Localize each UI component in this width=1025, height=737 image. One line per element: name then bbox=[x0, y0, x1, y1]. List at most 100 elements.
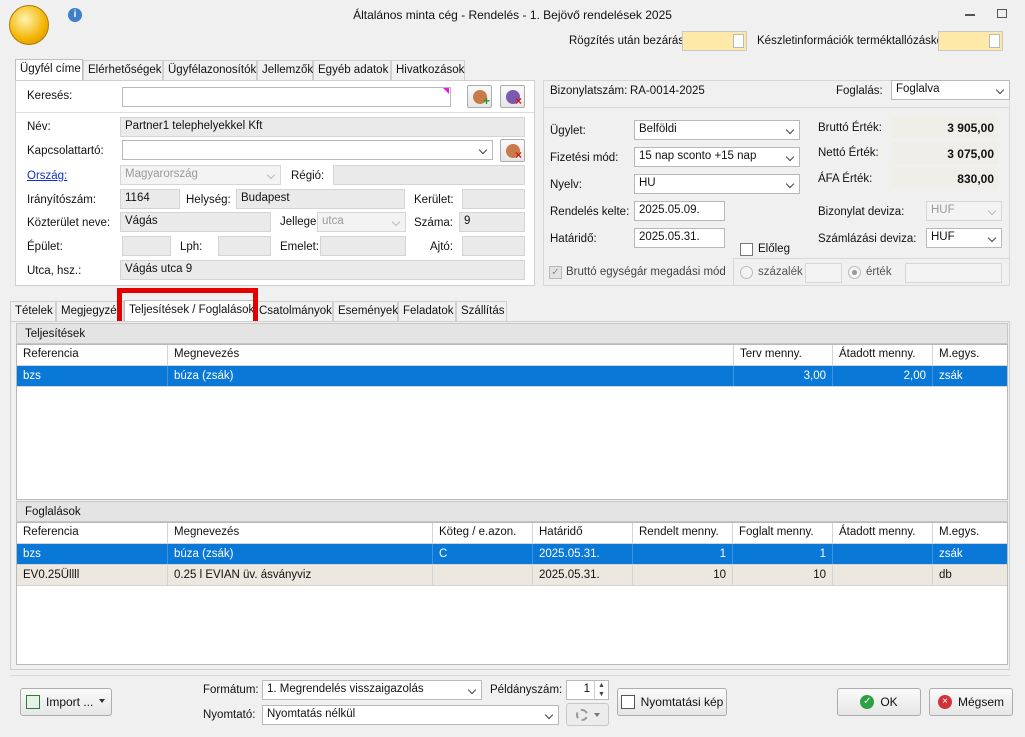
order-date-field[interactable]: 2025.05.09. bbox=[634, 201, 725, 221]
column-header[interactable]: M.egys. bbox=[933, 523, 1007, 543]
column-header[interactable]: Referencia bbox=[17, 523, 168, 543]
print-preview-button[interactable]: Nyomtatási kép bbox=[617, 688, 727, 716]
column-header[interactable]: Átadott menny. bbox=[833, 345, 933, 365]
net-value: 3 075,00 bbox=[892, 142, 998, 164]
import-button[interactable]: Import ... bbox=[20, 688, 112, 716]
stepper-arrows[interactable]: ▲ ▼ bbox=[594, 681, 608, 699]
column-header[interactable]: M.egys. bbox=[933, 345, 1007, 365]
order-date-label: Rendelés kelte: bbox=[550, 206, 630, 218]
gear-icon bbox=[575, 708, 588, 721]
vat-value: 830,00 bbox=[892, 167, 998, 189]
printer-select[interactable]: Nyomtatás nélkül bbox=[262, 705, 559, 725]
tab-customer-ids[interactable]: Ügyfélazonosítók bbox=[163, 60, 257, 80]
printer-settings-button[interactable] bbox=[566, 703, 609, 726]
country-link[interactable]: Ország: bbox=[27, 170, 67, 182]
contact-label: Kapcsolattartó: bbox=[27, 145, 104, 157]
percent-radio[interactable] bbox=[740, 266, 753, 279]
table-row[interactable]: bzs búza (zsák) C 2025.05.31. 1 1 zsák bbox=[17, 544, 1007, 565]
value-field[interactable] bbox=[905, 263, 1002, 283]
door-field[interactable] bbox=[462, 236, 525, 256]
doc-currency-select[interactable]: HUF bbox=[926, 201, 1002, 221]
floor-field[interactable] bbox=[320, 236, 406, 256]
booking-select[interactable]: Foglalva bbox=[891, 80, 1010, 100]
ok-button[interactable]: ✓ OK bbox=[837, 688, 921, 716]
table-cell: búza (zsák) bbox=[168, 366, 734, 386]
format-select[interactable]: 1. Megrendelés visszaigazolás bbox=[262, 680, 482, 700]
stock-info-label: Készletinformációk terméktallózáskor bbox=[757, 35, 947, 47]
deadline-field[interactable]: 2025.05.31. bbox=[634, 228, 725, 248]
street-type-select[interactable]: utca bbox=[317, 212, 406, 232]
tab-shipping[interactable]: Szállítás bbox=[456, 301, 507, 321]
region-field[interactable] bbox=[333, 165, 525, 185]
vat-label: ÁFA Érték: bbox=[818, 173, 873, 185]
country-select[interactable]: Magyarország bbox=[120, 165, 281, 185]
tab-properties[interactable]: Jellemzők bbox=[257, 60, 313, 80]
format-label: Formátum: bbox=[203, 684, 259, 696]
column-header[interactable]: Megnevezés bbox=[168, 345, 734, 365]
region-label: Régió: bbox=[291, 170, 325, 182]
fulfillments-header: Teljesítések bbox=[16, 323, 1008, 344]
reservations-grid: Referencia Megnevezés Köteg / e.azon. Ha… bbox=[16, 522, 1008, 665]
add-customer-button[interactable]: + bbox=[467, 85, 492, 108]
zip-field[interactable]: 1164 bbox=[120, 189, 180, 209]
invoice-currency-select[interactable]: HUF bbox=[926, 228, 1002, 248]
tab-customer-address[interactable]: Ügyfél címe bbox=[15, 59, 83, 81]
stair-field[interactable] bbox=[218, 236, 271, 256]
tab-notes[interactable]: Megjegyzés bbox=[56, 301, 124, 321]
tab-tasks[interactable]: Feladatok bbox=[398, 301, 456, 321]
ok-label: OK bbox=[880, 695, 898, 709]
deal-select[interactable]: Belföldi bbox=[634, 120, 800, 140]
building-field[interactable] bbox=[122, 236, 171, 256]
check-icon: ✓ bbox=[860, 695, 875, 709]
table-row[interactable]: bzs búza (zsák) 3,00 2,00 zsák bbox=[17, 366, 1007, 387]
number-field[interactable]: 9 bbox=[459, 212, 525, 232]
table-cell: 2,00 bbox=[833, 366, 933, 386]
column-header[interactable]: Határidő bbox=[533, 523, 633, 543]
tab-references[interactable]: Hivatkozások bbox=[391, 60, 465, 80]
street-field[interactable]: Vágás bbox=[120, 212, 271, 232]
table-cell: búza (zsák) bbox=[168, 544, 433, 564]
reservations-header: Foglalások bbox=[16, 501, 1008, 522]
tab-events[interactable]: Események bbox=[333, 301, 398, 321]
column-header[interactable]: Referencia bbox=[17, 345, 168, 365]
column-header[interactable]: Terv menny. bbox=[734, 345, 833, 365]
booking-label: Foglalás: bbox=[836, 85, 883, 97]
search-input[interactable] bbox=[122, 87, 451, 107]
gross-price-mode-label: Bruttó egységár megadási mód bbox=[566, 266, 726, 278]
cancel-icon: × bbox=[937, 695, 952, 709]
column-header[interactable]: Átadott menny. bbox=[833, 523, 933, 543]
close-after-save-toggle[interactable] bbox=[682, 31, 747, 51]
payment-select[interactable]: 15 nap sconto +15 nap bbox=[634, 147, 800, 167]
column-header[interactable]: Foglalt menny. bbox=[733, 523, 833, 543]
tab-contacts[interactable]: Elérhetőségek bbox=[83, 60, 163, 80]
language-select[interactable]: HU bbox=[634, 174, 800, 194]
tab-attachments[interactable]: Csatolmányok bbox=[254, 301, 333, 321]
column-header[interactable]: Rendelt menny. bbox=[633, 523, 733, 543]
name-field[interactable]: Partner1 telephelyekkel Kft bbox=[120, 117, 525, 137]
value-radio[interactable] bbox=[848, 266, 861, 279]
address-field[interactable]: Vágás utca 9 bbox=[120, 260, 525, 280]
gross-price-mode-checkbox[interactable]: ✓ bbox=[549, 266, 562, 279]
city-field[interactable]: Budapest bbox=[236, 189, 405, 209]
stock-info-toggle[interactable] bbox=[938, 31, 1003, 51]
table-cell: 1 bbox=[633, 544, 733, 564]
percent-field[interactable] bbox=[805, 263, 842, 283]
column-header[interactable]: Megnevezés bbox=[168, 523, 433, 543]
contact-select[interactable] bbox=[122, 140, 493, 160]
zip-label: Irányítószám: bbox=[27, 194, 97, 206]
cancel-button[interactable]: × Mégsem bbox=[929, 688, 1013, 716]
tab-other-data[interactable]: Egyéb adatok bbox=[313, 60, 391, 80]
advance-checkbox[interactable] bbox=[740, 243, 753, 256]
stair-label: Lph: bbox=[180, 241, 203, 253]
fulfillments-grid-header: Referencia Megnevezés Terv menny. Átadot… bbox=[17, 345, 1007, 366]
restore-button[interactable] bbox=[997, 9, 1007, 18]
district-field[interactable] bbox=[462, 189, 525, 209]
column-header[interactable]: Köteg / e.azon. bbox=[433, 523, 533, 543]
minimize-button[interactable] bbox=[965, 14, 975, 16]
advance-label: Előleg bbox=[758, 243, 790, 255]
remove-contact-button[interactable]: × bbox=[500, 139, 525, 162]
tab-items[interactable]: Tételek bbox=[10, 301, 56, 321]
table-row[interactable]: EV0.25Üllll 0.25 l EVIAN üv. ásványviz 2… bbox=[17, 565, 1007, 586]
search-label: Keresés: bbox=[27, 90, 73, 102]
remove-customer-button[interactable]: × bbox=[500, 85, 525, 108]
